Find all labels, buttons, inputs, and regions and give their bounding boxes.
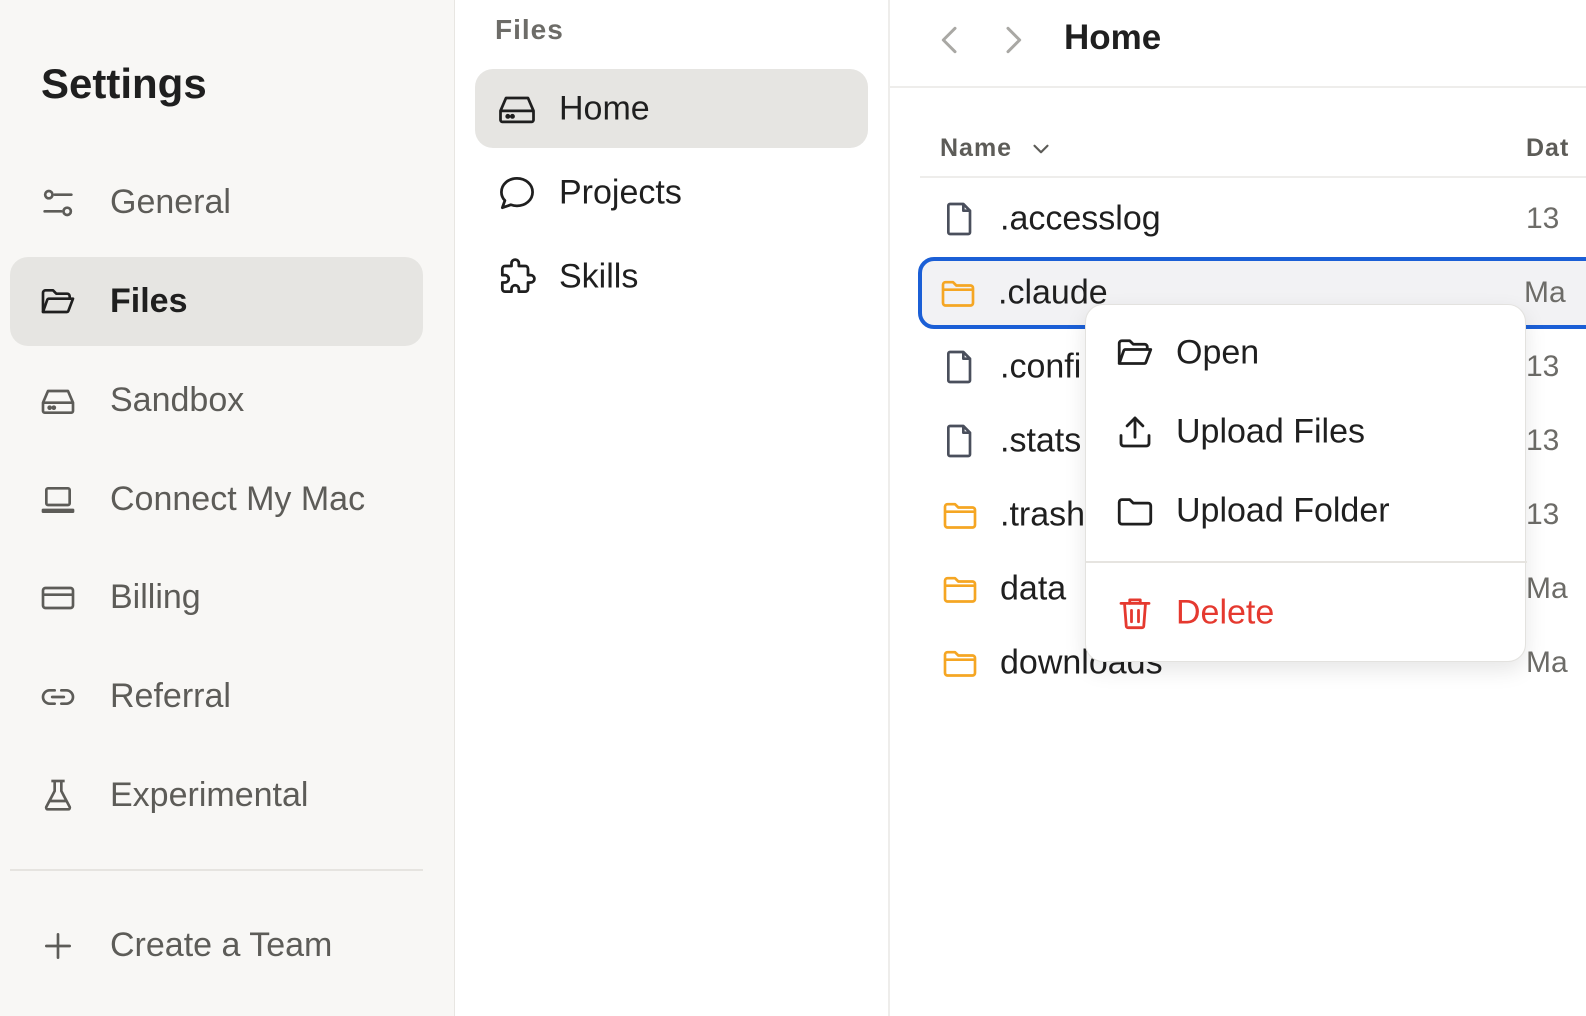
folder-open-icon bbox=[38, 282, 78, 322]
table-row[interactable]: .accesslog 13 bbox=[920, 184, 1586, 254]
link-icon bbox=[38, 677, 78, 717]
context-menu: Open Upload Files Upload Folder Delete bbox=[1085, 304, 1527, 662]
menu-item-open[interactable]: Open bbox=[1094, 317, 1519, 389]
sidebar-item-referral[interactable]: Referral bbox=[10, 652, 423, 741]
file-name: .confi bbox=[1000, 347, 1082, 386]
create-team-button[interactable]: Create a Team bbox=[10, 901, 423, 990]
menu-item-label: Delete bbox=[1176, 593, 1275, 632]
location-home[interactable]: Home bbox=[475, 69, 868, 148]
file-icon bbox=[940, 199, 980, 239]
create-team-label: Create a Team bbox=[110, 926, 333, 964]
forward-button[interactable] bbox=[993, 20, 1033, 60]
file-icon bbox=[940, 421, 980, 461]
sidebar-item-label: Sandbox bbox=[110, 381, 245, 419]
file-name: .stats bbox=[1000, 421, 1082, 460]
sidebar-item-label: Connect My Mac bbox=[110, 480, 366, 518]
puzzle-icon bbox=[495, 255, 539, 299]
file-date: Ma bbox=[1526, 572, 1568, 605]
sidebar-item-billing[interactable]: Billing bbox=[10, 553, 423, 642]
menu-item-label: Upload Folder bbox=[1176, 491, 1390, 530]
file-date: 13 bbox=[1526, 498, 1560, 531]
folder-icon bbox=[940, 643, 980, 683]
menu-item-upload-folder[interactable]: Upload Folder bbox=[1094, 475, 1519, 547]
chevron-right-icon bbox=[1006, 26, 1022, 54]
chevron-down-icon[interactable] bbox=[1028, 136, 1054, 162]
folder-icon bbox=[938, 273, 978, 313]
sidebar-item-general[interactable]: General bbox=[10, 158, 423, 247]
drive-icon bbox=[495, 87, 539, 131]
back-button[interactable] bbox=[930, 20, 970, 60]
chat-bubble-icon bbox=[495, 171, 539, 215]
plus-icon bbox=[38, 926, 78, 966]
folder-open-icon bbox=[1114, 332, 1156, 374]
column-header-date[interactable]: Dat bbox=[1526, 134, 1569, 163]
sidebar-item-experimental[interactable]: Experimental bbox=[10, 751, 423, 840]
sidebar-item-sandbox[interactable]: Sandbox bbox=[10, 356, 423, 445]
sidebar-item-label: General bbox=[110, 183, 231, 221]
sliders-icon bbox=[38, 183, 78, 223]
settings-sidebar: Settings General Files Sandbox Connect M… bbox=[0, 0, 455, 1016]
menu-item-upload-files[interactable]: Upload Files bbox=[1094, 396, 1519, 468]
sidebar-divider bbox=[10, 869, 423, 871]
laptop-icon bbox=[38, 480, 78, 520]
file-name: .trash bbox=[1000, 495, 1086, 534]
settings-title: Settings bbox=[41, 60, 207, 107]
column-header-row: Name Dat bbox=[920, 132, 1586, 178]
file-date: Ma bbox=[1526, 646, 1568, 679]
files-panel-title: Files bbox=[495, 14, 564, 45]
menu-divider bbox=[1086, 561, 1527, 563]
menu-item-label: Open bbox=[1176, 333, 1260, 372]
folder-icon bbox=[1114, 490, 1156, 532]
upload-icon bbox=[1114, 411, 1156, 453]
sidebar-item-label: Referral bbox=[110, 677, 231, 715]
credit-card-icon bbox=[38, 578, 78, 618]
sidebar-item-label: Experimental bbox=[110, 776, 309, 814]
file-date: Ma bbox=[1524, 276, 1566, 309]
breadcrumb-title: Home bbox=[1064, 18, 1162, 57]
chevron-left-icon bbox=[941, 26, 957, 54]
file-icon bbox=[940, 347, 980, 387]
sidebar-item-label: Files bbox=[110, 282, 188, 320]
sidebar-item-connect-my-mac[interactable]: Connect My Mac bbox=[10, 455, 423, 544]
location-label: Home bbox=[559, 89, 650, 127]
trash-icon bbox=[1114, 592, 1156, 634]
files-locations-panel: Files Home Projects Skills bbox=[455, 0, 890, 1016]
file-date: 13 bbox=[1526, 424, 1560, 457]
sidebar-item-label: Billing bbox=[110, 578, 201, 616]
file-date: 13 bbox=[1526, 202, 1560, 235]
file-name: data bbox=[1000, 569, 1067, 608]
drive-icon bbox=[38, 381, 78, 421]
menu-item-delete[interactable]: Delete bbox=[1094, 577, 1519, 649]
flask-icon bbox=[38, 776, 78, 816]
folder-icon bbox=[940, 569, 980, 609]
location-label: Skills bbox=[559, 257, 639, 295]
folder-icon bbox=[940, 495, 980, 535]
browser-toolbar: Home bbox=[890, 0, 1586, 88]
column-header-name[interactable]: Name bbox=[940, 134, 1012, 163]
location-projects[interactable]: Projects bbox=[475, 153, 868, 232]
sidebar-item-files[interactable]: Files bbox=[10, 257, 423, 346]
location-skills[interactable]: Skills bbox=[475, 237, 868, 316]
menu-item-label: Upload Files bbox=[1176, 412, 1365, 451]
file-name: .accesslog bbox=[1000, 199, 1161, 238]
location-label: Projects bbox=[559, 173, 682, 211]
file-date: 13 bbox=[1526, 350, 1560, 383]
